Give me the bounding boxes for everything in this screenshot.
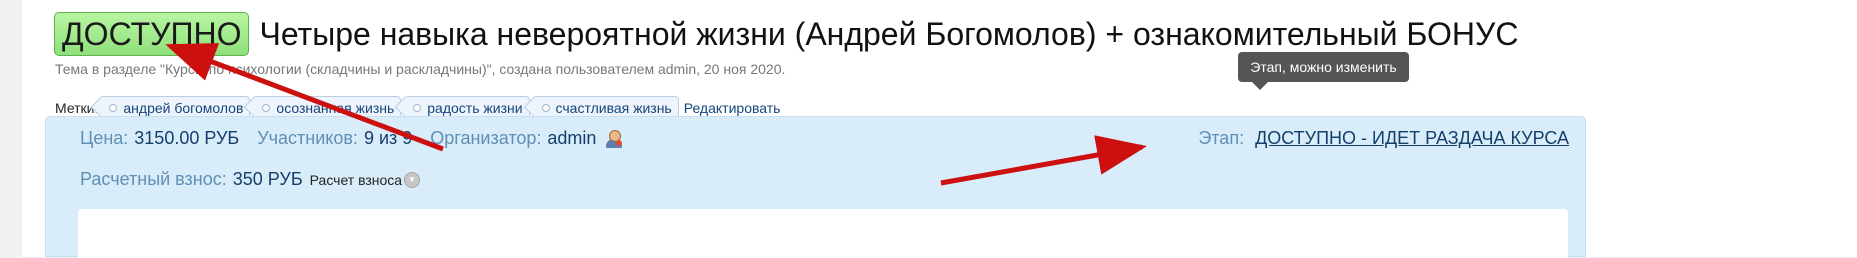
status-badge[interactable]: ДОСТУПНО <box>54 12 250 56</box>
thread-meta: Тема в разделе "Курсы по психологии (скл… <box>55 61 786 77</box>
stage-link[interactable]: ДОСТУПНО - ИДЕТ РАЗДАЧА КУРСА <box>1255 128 1569 148</box>
info-panel: Цена: 3150.00 РУБ Участников: 9 из 9 Орг… <box>45 116 1586 258</box>
stage-label: Этап: <box>1198 128 1245 148</box>
price-label: Цена: <box>80 128 129 148</box>
tag-hole-icon <box>541 104 550 112</box>
participants-label: Участников: <box>257 128 358 148</box>
tag-hole-icon <box>109 104 118 112</box>
fee-value: 350 РУБ <box>232 169 303 189</box>
tag-hole-icon <box>262 104 271 112</box>
content-box <box>78 209 1568 258</box>
tag-label: осознанная жизнь <box>276 100 395 116</box>
tag-hole-icon <box>413 104 422 112</box>
info-row-main: Цена: 3150.00 РУБ Участников: 9 из 9 Орг… <box>80 128 623 149</box>
chevron-down-icon[interactable]: ▼ <box>404 171 421 188</box>
user-icon[interactable] <box>605 129 623 148</box>
organizer-link[interactable]: admin <box>547 128 596 149</box>
thread-title-row: ДОСТУПНО Четыре навыка невероятной жизни… <box>54 10 1518 58</box>
fee-row: Расчетный взнос: 350 РУБ Расчет взноса ▼ <box>80 169 421 190</box>
stage-tooltip: Этап, можно изменить <box>1238 52 1409 90</box>
thread-title: Четыре навыка невероятной жизни (Андрей … <box>259 16 1519 52</box>
edit-tags-link[interactable]: Редактировать <box>684 100 781 116</box>
fee-calc-label[interactable]: Расчет взноса <box>310 172 402 188</box>
organizer-label: Организатор: <box>430 128 542 148</box>
tag-label: счастливая жизнь <box>555 100 672 116</box>
tag-label: андрей богомолов <box>123 100 244 116</box>
page: ДОСТУПНО Четыре навыка невероятной жизни… <box>22 0 1857 258</box>
stage-info: Этап: ДОСТУПНО - ИДЕТ РАЗДАЧА КУРСА <box>1198 128 1569 149</box>
tag-label: радость жизни <box>427 100 523 116</box>
fee-label: Расчетный взнос: <box>80 169 227 189</box>
price-value: 3150.00 РУБ <box>134 128 240 148</box>
participants-value: 9 из 9 <box>363 128 413 148</box>
